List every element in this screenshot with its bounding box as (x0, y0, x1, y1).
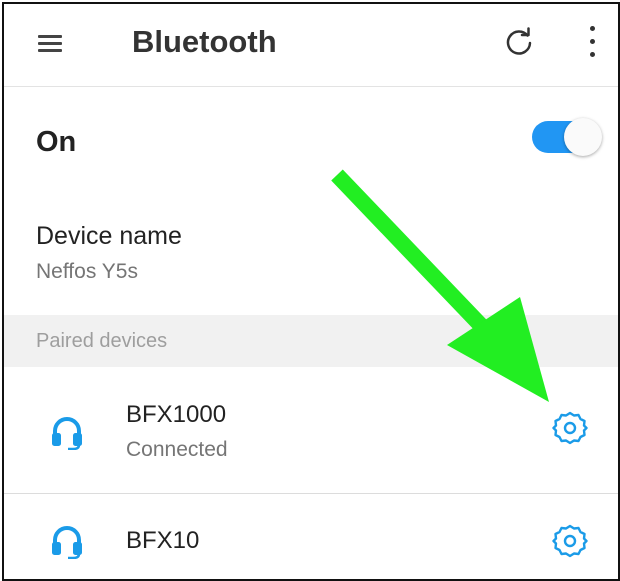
paired-device-row[interactable]: BFX10 (4, 494, 618, 579)
bluetooth-settings-screen: Bluetooth On Device name Neffos Y5s Pair… (2, 2, 620, 581)
paired-devices-header: Paired devices (4, 315, 618, 367)
more-vertical-icon[interactable] (582, 22, 602, 62)
gear-icon[interactable] (552, 410, 588, 446)
headphones-icon (52, 417, 82, 450)
device-name-value: Neffos Y5s (36, 260, 138, 283)
paired-device-status: Connected (126, 438, 228, 461)
hamburger-menu-icon[interactable] (34, 31, 66, 57)
bluetooth-state-label: On (36, 126, 77, 158)
gear-icon[interactable] (552, 523, 588, 559)
device-name-row[interactable]: Device name Neffos Y5s (4, 204, 618, 314)
app-bar: Bluetooth (4, 4, 618, 87)
paired-device-row[interactable]: BFX1000 Connected (4, 368, 618, 494)
page-title: Bluetooth (132, 24, 277, 59)
bluetooth-toggle[interactable] (532, 118, 602, 156)
paired-devices-header-label: Paired devices (36, 330, 168, 352)
bluetooth-toggle-row: On (4, 87, 618, 192)
refresh-icon[interactable] (500, 24, 538, 62)
paired-device-name: BFX1000 (126, 401, 227, 428)
toggle-thumb (564, 118, 602, 156)
headphones-icon (52, 526, 82, 559)
paired-device-name: BFX10 (126, 527, 200, 554)
device-name-label: Device name (36, 222, 182, 250)
